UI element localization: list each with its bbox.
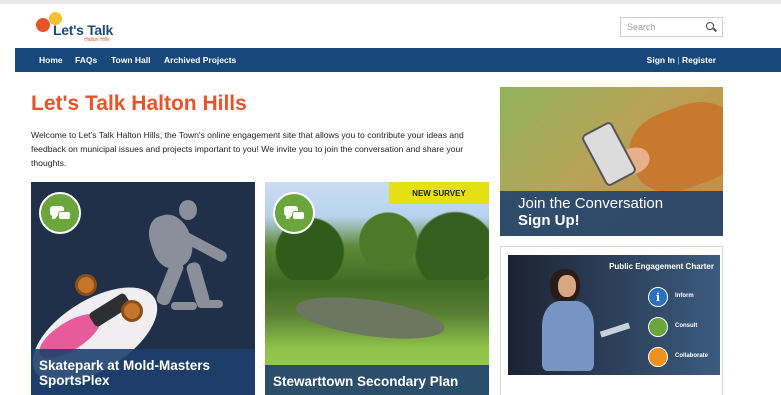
main-nav: Home FAQs Town Hall Archived Projects Si… <box>15 48 781 72</box>
skater-silhouette <box>179 200 197 220</box>
tile-caption: Stewarttown Secondary Plan <box>265 365 489 395</box>
logo-orange-dot <box>36 18 50 32</box>
project-tile-skatepark[interactable]: Skatepark at Mold-Masters SportsPlex <box>31 182 255 395</box>
new-survey-badge: NEW SURVEY <box>389 182 489 204</box>
sign-up-label: Sign Up! <box>518 212 580 229</box>
charter-title: Public Engagement Charter <box>609 262 714 271</box>
charter-panel: Public Engagement Charter i Inform Consu… <box>500 246 723 395</box>
nav-home[interactable]: Home <box>39 55 63 65</box>
join-heading: Join the Conversation <box>518 195 664 212</box>
person-shirt-art <box>542 301 594 371</box>
chat-icon <box>648 317 668 337</box>
project-tile-stewarttown[interactable]: NEW SURVEY Stewarttown Secondary Plan <box>265 182 489 395</box>
tablet-icon <box>599 322 631 338</box>
skater-silhouette <box>171 302 197 310</box>
info-icon: i <box>648 287 668 307</box>
register-link[interactable]: Register <box>682 55 716 65</box>
charter-level-label: Consult <box>675 323 698 329</box>
join-signup-banner[interactable]: Join the Conversation Sign Up! <box>500 87 723 236</box>
nav-archived-projects[interactable]: Archived Projects <box>164 55 236 65</box>
top-border <box>0 0 781 4</box>
speech-bubble <box>58 211 71 220</box>
logo-name: Let's Talk <box>53 22 113 38</box>
tile-caption: Skatepark at Mold-Masters SportsPlex <box>31 349 255 395</box>
nav-town-hall[interactable]: Town Hall <box>111 55 151 65</box>
skater-silhouette <box>154 259 186 307</box>
person-face-art <box>558 275 576 297</box>
site-logo[interactable]: Let's Talk Halton Hills <box>36 10 126 44</box>
nav-faqs[interactable]: FAQs <box>75 55 97 65</box>
info-glyph: i <box>655 291 661 304</box>
skateboard-wheel-art <box>75 274 97 296</box>
sign-in-link[interactable]: Sign In <box>647 55 675 65</box>
charter-level-label: Inform <box>675 293 694 299</box>
people-icon <box>648 347 668 367</box>
page-title: Let's Talk Halton Hills <box>31 92 247 115</box>
account-links: Sign In | Register <box>647 55 716 65</box>
engagement-charter-image[interactable]: Public Engagement Charter i Inform Consu… <box>508 255 720 375</box>
discussion-icon <box>273 192 315 234</box>
logo-subtitle: Halton Hills <box>84 37 110 43</box>
account-separator: | <box>677 55 680 65</box>
charter-level-label: Collaborate <box>675 353 709 359</box>
discussion-icon <box>39 192 81 234</box>
search-box <box>620 17 723 37</box>
skateboard-wheel-art <box>121 300 143 322</box>
search-input[interactable] <box>621 18 701 36</box>
search-icon[interactable] <box>706 22 714 30</box>
creek-art <box>293 289 447 347</box>
intro-text: Welcome to Let's Talk Halton Hills, the … <box>31 130 464 168</box>
speech-bubble <box>292 211 305 220</box>
skater-silhouette <box>197 300 223 308</box>
